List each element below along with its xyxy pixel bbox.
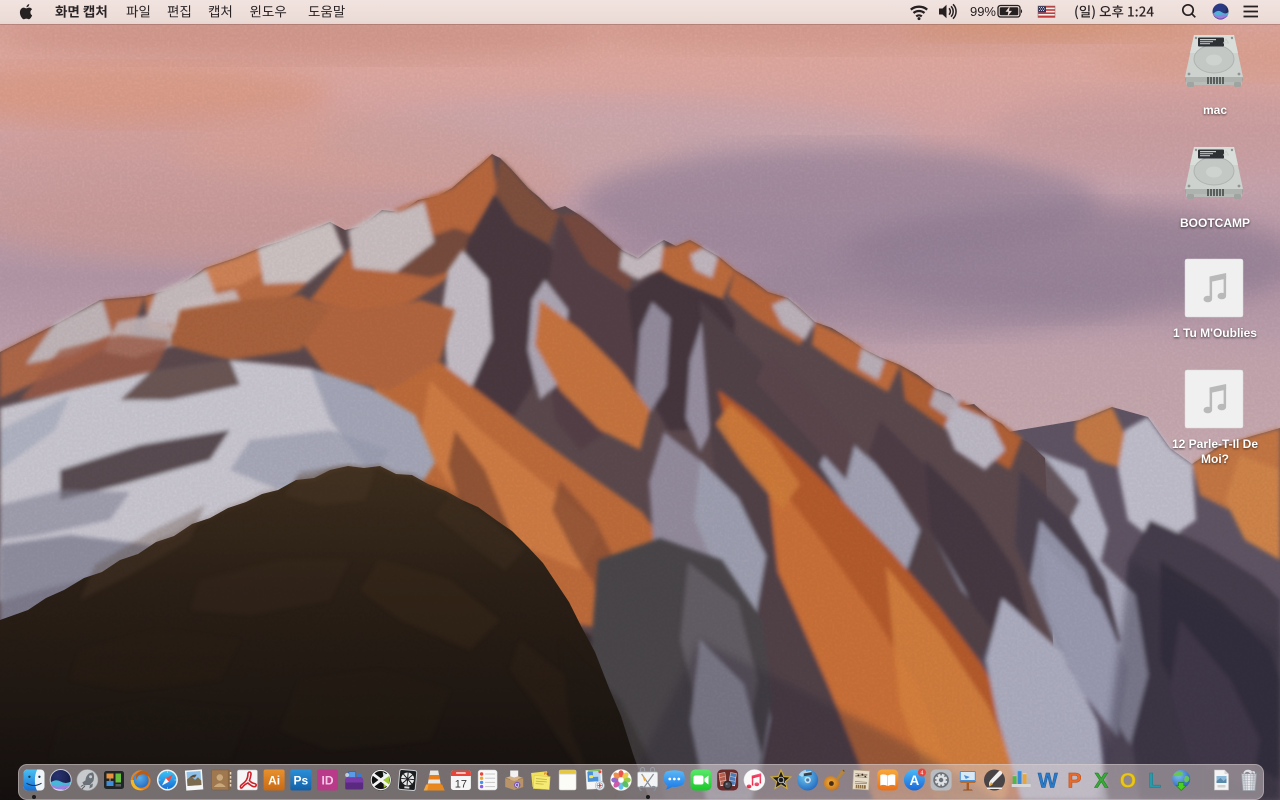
svg-text:99%: 99% bbox=[970, 4, 996, 19]
